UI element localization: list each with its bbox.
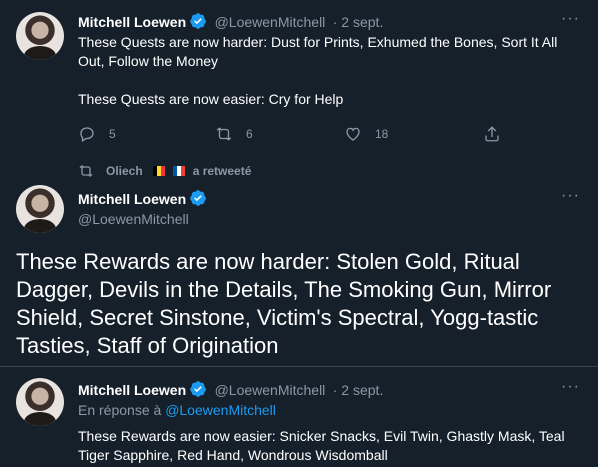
reply-count: 5: [109, 127, 116, 141]
more-options-icon[interactable]: ···: [561, 378, 580, 396]
tweet-1[interactable]: Mitchell Loewen @LoewenMitchell · 2 sept…: [0, 0, 598, 160]
tweet-header: Mitchell Loewen @LoewenMitchell · 2 sept…: [78, 12, 383, 32]
tweet-text: These Rewards are now harder: Stolen Gol…: [16, 249, 552, 358]
retweeter-name[interactable]: Oliech: [106, 164, 143, 178]
share-button[interactable]: [483, 125, 501, 143]
more-options-icon[interactable]: ···: [561, 187, 580, 205]
retweeted-label: a retweeté: [192, 164, 252, 178]
heart-icon: [346, 127, 360, 141]
tweet-text: These Quests are now harder: Dust for Pr…: [78, 33, 583, 109]
reply-to-handle[interactable]: @LoewenMitchell: [165, 402, 276, 418]
reply-context: En réponse à @LoewenMitchell: [78, 402, 276, 418]
author-name[interactable]: Mitchell Loewen: [78, 382, 186, 398]
author-name[interactable]: Mitchell Loewen: [78, 14, 186, 30]
tweet-text-line-1: These Quests are now harder: Dust for Pr…: [78, 34, 558, 69]
tweet-text-line-2: These Quests are now easier: Cry for Hel…: [78, 91, 344, 107]
reply-prefix: En réponse à: [78, 402, 162, 418]
tweet-header: Mitchell Loewen @LoewenMitchell: [78, 189, 207, 227]
author-name[interactable]: Mitchell Loewen: [78, 191, 186, 207]
avatar[interactable]: [16, 185, 64, 233]
tweet-header: Mitchell Loewen @LoewenMitchell · 2 sept…: [78, 380, 383, 400]
tweet-date[interactable]: · 2 sept.: [333, 382, 384, 398]
tweet-3[interactable]: Mitchell Loewen @LoewenMitchell · 2 sept…: [0, 367, 598, 467]
author-handle[interactable]: @LoewenMitchell: [215, 382, 326, 398]
tweet-2[interactable]: Mitchell Loewen @LoewenMitchell ··· Thes…: [0, 180, 598, 365]
belgium-flag-icon: [152, 166, 165, 176]
avatar[interactable]: [16, 12, 64, 60]
retweet-count: 6: [246, 127, 253, 141]
verified-badge-icon: [190, 13, 206, 29]
retweet-icon: [216, 127, 232, 141]
tweet-actions: 5 6 18: [78, 125, 508, 145]
france-flag-icon: [172, 166, 185, 176]
reply-icon: [80, 127, 94, 142]
like-count: 18: [375, 127, 389, 141]
verified-badge-icon: [190, 381, 206, 397]
avatar[interactable]: [16, 378, 64, 426]
retweet-button[interactable]: 6: [215, 125, 253, 143]
more-options-icon[interactable]: ···: [561, 10, 580, 28]
retweeted-by-banner: Oliech a retweeté: [78, 163, 251, 179]
tweet-date[interactable]: · 2 sept.: [333, 14, 384, 30]
verified-badge-icon: [190, 190, 206, 206]
retweet-icon: [79, 165, 93, 177]
like-button[interactable]: 18: [344, 125, 388, 143]
tweet-text: These Rewards are now easier: Snicker Sn…: [78, 428, 565, 463]
share-icon: [485, 126, 499, 142]
author-handle[interactable]: @LoewenMitchell: [215, 14, 326, 30]
author-handle[interactable]: @LoewenMitchell: [78, 211, 207, 227]
reply-button[interactable]: 5: [78, 125, 116, 143]
